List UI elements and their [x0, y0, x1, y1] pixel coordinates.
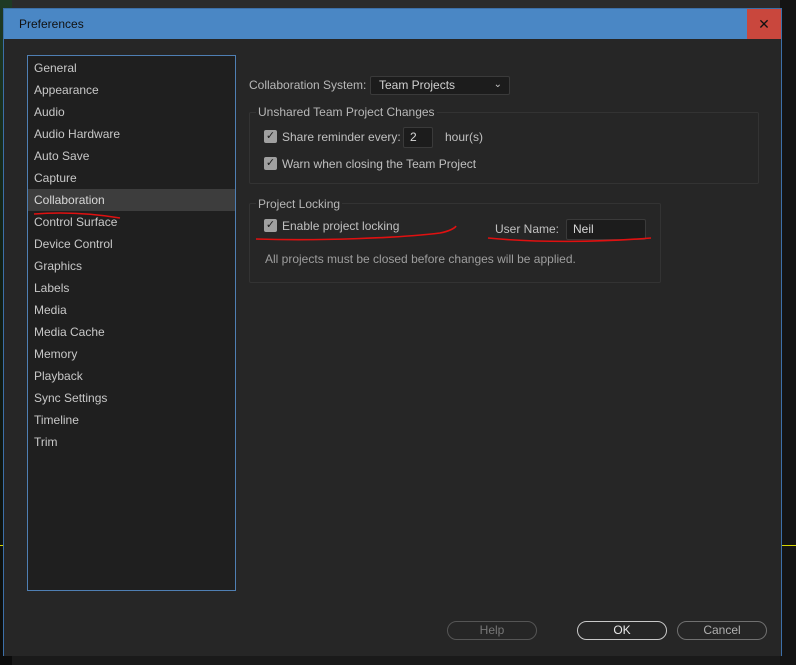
collaboration-system-select[interactable]: Team Projects ⌄: [370, 76, 510, 95]
checkmark-icon: ✓: [265, 219, 276, 231]
share-reminder-checkbox[interactable]: ✓: [264, 130, 277, 143]
chevron-down-icon: ⌄: [493, 79, 502, 90]
enable-locking-checkbox[interactable]: ✓: [264, 219, 277, 232]
window-title: Preferences: [19, 17, 84, 31]
enable-locking-label: Enable project locking: [282, 219, 400, 233]
help-button[interactable]: Help: [447, 621, 537, 640]
preferences-category-list: General Appearance Audio Audio Hardware Auto…: [27, 55, 236, 591]
sidebar-item-audio-hardware[interactable]: Audio Hardware: [28, 123, 235, 145]
sidebar-item-auto-save[interactable]: Auto Save: [28, 145, 235, 167]
sidebar-item-playback[interactable]: Playback: [28, 365, 235, 387]
hours-unit-label: hour(s): [445, 130, 484, 144]
sidebar-item-media[interactable]: Media: [28, 299, 235, 321]
sidebar-item-sync-settings[interactable]: Sync Settings: [28, 387, 235, 409]
unshared-changes-title: Unshared Team Project Changes: [256, 105, 437, 119]
sidebar-item-general[interactable]: General: [28, 57, 235, 79]
sidebar-item-trim[interactable]: Trim: [28, 431, 235, 453]
collaboration-system-value: Team Projects: [379, 78, 456, 92]
username-input[interactable]: Neil: [566, 219, 646, 240]
checkmark-icon: ✓: [265, 157, 276, 169]
sidebar-item-audio[interactable]: Audio: [28, 101, 235, 123]
warn-closing-label: Warn when closing the Team Project: [282, 157, 477, 171]
warn-closing-checkbox[interactable]: ✓: [264, 157, 277, 170]
title-bar[interactable]: Preferences ✕: [4, 9, 781, 39]
cancel-button[interactable]: Cancel: [677, 621, 767, 640]
sidebar-item-timeline[interactable]: Timeline: [28, 409, 235, 431]
sidebar-item-labels[interactable]: Labels: [28, 277, 235, 299]
sidebar-item-control-surface[interactable]: Control Surface: [28, 211, 235, 233]
close-button[interactable]: ✕: [747, 9, 781, 39]
checkmark-icon: ✓: [265, 130, 276, 142]
username-label: User Name:: [495, 222, 560, 236]
sidebar-item-graphics[interactable]: Graphics: [28, 255, 235, 277]
project-locking-title: Project Locking: [256, 197, 343, 211]
preferences-dialog: Preferences ✕ General Appearance Audio Audi…: [3, 8, 782, 656]
share-reminder-hours-input[interactable]: 2: [403, 127, 433, 148]
dialog-body: General Appearance Audio Audio Hardware Auto…: [4, 39, 781, 656]
background-line-right: [782, 545, 796, 546]
sidebar-item-media-cache[interactable]: Media Cache: [28, 321, 235, 343]
ok-button[interactable]: OK: [577, 621, 667, 640]
sidebar-item-appearance[interactable]: Appearance: [28, 79, 235, 101]
unshared-changes-group: [249, 112, 759, 184]
sidebar-item-capture[interactable]: Capture: [28, 167, 235, 189]
close-icon: ✕: [758, 15, 770, 32]
collaboration-system-label: Collaboration System:: [249, 78, 367, 92]
sidebar-item-collaboration[interactable]: Collaboration: [28, 189, 235, 211]
share-reminder-label: Share reminder every:: [282, 130, 401, 144]
project-locking-group: [249, 203, 661, 283]
locking-note: All projects must be closed before chang…: [265, 252, 576, 266]
background-right: [780, 0, 796, 665]
sidebar-item-device-control[interactable]: Device Control: [28, 233, 235, 255]
sidebar-item-memory[interactable]: Memory: [28, 343, 235, 365]
